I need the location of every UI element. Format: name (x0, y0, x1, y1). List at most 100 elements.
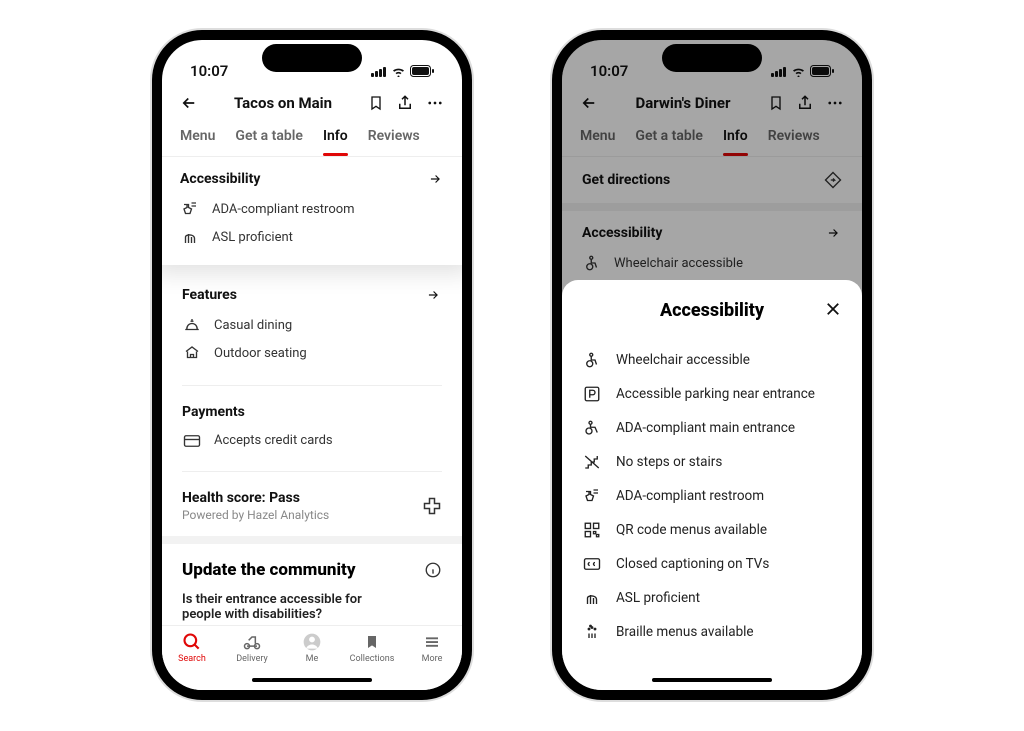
profile-icon (302, 632, 322, 652)
content-area: Accessibility ADA-compliant restroom ASL… (162, 157, 462, 642)
features-item: Outdoor seating (182, 339, 442, 367)
phone-notch (262, 44, 362, 72)
nav-more[interactable]: More (407, 632, 457, 664)
hamburger-icon (423, 632, 441, 652)
health-subtitle: Powered by Hazel Analytics (182, 508, 329, 522)
accessibility-item: ASL proficient (180, 223, 444, 251)
card-icon (182, 434, 202, 448)
wheelchair-icon (582, 351, 602, 369)
item-label: Wheelchair accessible (616, 352, 750, 368)
phone-left: 10:07 Tacos on Main Menu Get a table Inf… (152, 30, 472, 700)
nav-me[interactable]: Me (287, 632, 337, 664)
info-icon[interactable] (424, 561, 442, 579)
cellular-icon (371, 66, 387, 77)
item-label: Closed captioning on TVs (616, 556, 769, 572)
screen-left: 10:07 Tacos on Main Menu Get a table Inf… (162, 40, 462, 690)
tabs: Menu Get a table Info Reviews (162, 118, 462, 157)
item-label: ASL proficient (616, 590, 700, 606)
sheet-item: Braille menus available (582, 615, 842, 649)
nav-label: Collections (350, 654, 395, 664)
search-icon (182, 632, 202, 652)
update-question: Is their entrance accessible for people … (182, 592, 382, 622)
tab-menu[interactable]: Menu (180, 118, 215, 156)
asl-icon (180, 228, 200, 246)
item-label: Accessible parking near entrance (616, 386, 815, 402)
page-header: Tacos on Main (162, 88, 462, 118)
item-label: QR code menus available (616, 522, 767, 538)
arrow-right-icon (426, 172, 444, 186)
no-steps-icon (582, 453, 602, 471)
accessibility-title: Accessibility (180, 171, 260, 187)
item-label: ADA-compliant restroom (616, 488, 764, 504)
item-label: Casual dining (214, 318, 292, 333)
nav-search[interactable]: Search (167, 632, 217, 664)
status-icons (371, 65, 434, 77)
accessibility-item: ADA-compliant restroom (180, 195, 444, 223)
cc-icon (582, 555, 602, 573)
arrow-right-icon (424, 288, 442, 302)
close-icon[interactable] (824, 300, 842, 318)
delivery-icon (241, 632, 263, 652)
sheet-item: Closed captioning on TVs (582, 547, 842, 581)
more-icon[interactable] (426, 94, 444, 112)
divider (182, 385, 442, 386)
payments-title: Payments (182, 404, 442, 420)
payments-card: Payments Accepts credit cards (162, 390, 462, 467)
sheet-item: ADA-compliant main entrance (582, 411, 842, 445)
page-title: Tacos on Main (208, 94, 358, 112)
restroom-icon (582, 487, 602, 505)
sheet-item: No steps or stairs (582, 445, 842, 479)
entrance-icon (582, 419, 602, 437)
accessibility-sheet: Accessibility Wheelchair accessible Acce… (562, 280, 862, 690)
asl-icon (582, 589, 602, 607)
back-icon[interactable] (180, 94, 198, 112)
divider (182, 471, 442, 472)
payments-item: Accepts credit cards (182, 428, 442, 453)
health-title: Health score: Pass (182, 490, 329, 506)
nav-label: Search (178, 654, 206, 664)
battery-icon (410, 65, 434, 77)
sheet-item: QR code menus available (582, 513, 842, 547)
status-time: 10:07 (190, 62, 228, 80)
braille-icon (582, 623, 602, 641)
sheet-item: ADA-compliant restroom (582, 479, 842, 513)
features-card[interactable]: Features Casual dining Outdoor seating (162, 265, 462, 381)
tab-info[interactable]: Info (323, 118, 348, 156)
features-item: Casual dining (182, 311, 442, 339)
item-label: No steps or stairs (616, 454, 722, 470)
phone-notch (662, 44, 762, 72)
bookmark-icon (364, 632, 380, 652)
screen-right: 10:07 Darwin's Diner Menu Get a table (562, 40, 862, 690)
sheet-item: Wheelchair accessible (582, 343, 842, 377)
restroom-icon (180, 200, 200, 218)
tab-get-a-table[interactable]: Get a table (235, 118, 303, 156)
tab-reviews[interactable]: Reviews (368, 118, 420, 156)
phone-right: 10:07 Darwin's Diner Menu Get a table (552, 30, 872, 700)
nav-collections[interactable]: Collections (347, 632, 397, 664)
nav-label: More (422, 654, 443, 664)
parking-icon (582, 385, 602, 403)
home-indicator[interactable] (252, 678, 372, 682)
health-card[interactable]: Health score: Pass Powered by Hazel Anal… (162, 476, 462, 536)
item-label: ADA-compliant restroom (212, 202, 355, 217)
nav-label: Delivery (236, 654, 268, 664)
sheet-title: Accessibility (660, 300, 764, 321)
qr-icon (582, 521, 602, 539)
home-indicator[interactable] (652, 678, 772, 682)
bookmark-icon[interactable] (368, 94, 384, 112)
sheet-item: Accessible parking near entrance (582, 377, 842, 411)
item-label: Accepts credit cards (214, 433, 333, 448)
share-icon[interactable] (396, 94, 414, 112)
update-title: Update the community (182, 560, 356, 580)
wifi-icon (391, 66, 406, 77)
dining-icon (182, 316, 202, 334)
item-label: ADA-compliant main entrance (616, 420, 795, 436)
features-title: Features (182, 287, 237, 303)
nav-label: Me (306, 654, 319, 664)
outdoor-icon (182, 344, 202, 362)
health-cross-icon (422, 496, 442, 516)
nav-delivery[interactable]: Delivery (227, 632, 277, 664)
accessibility-card[interactable]: Accessibility ADA-compliant restroom ASL… (162, 157, 462, 265)
item-label: Braille menus available (616, 624, 754, 640)
item-label: ASL proficient (212, 230, 293, 245)
